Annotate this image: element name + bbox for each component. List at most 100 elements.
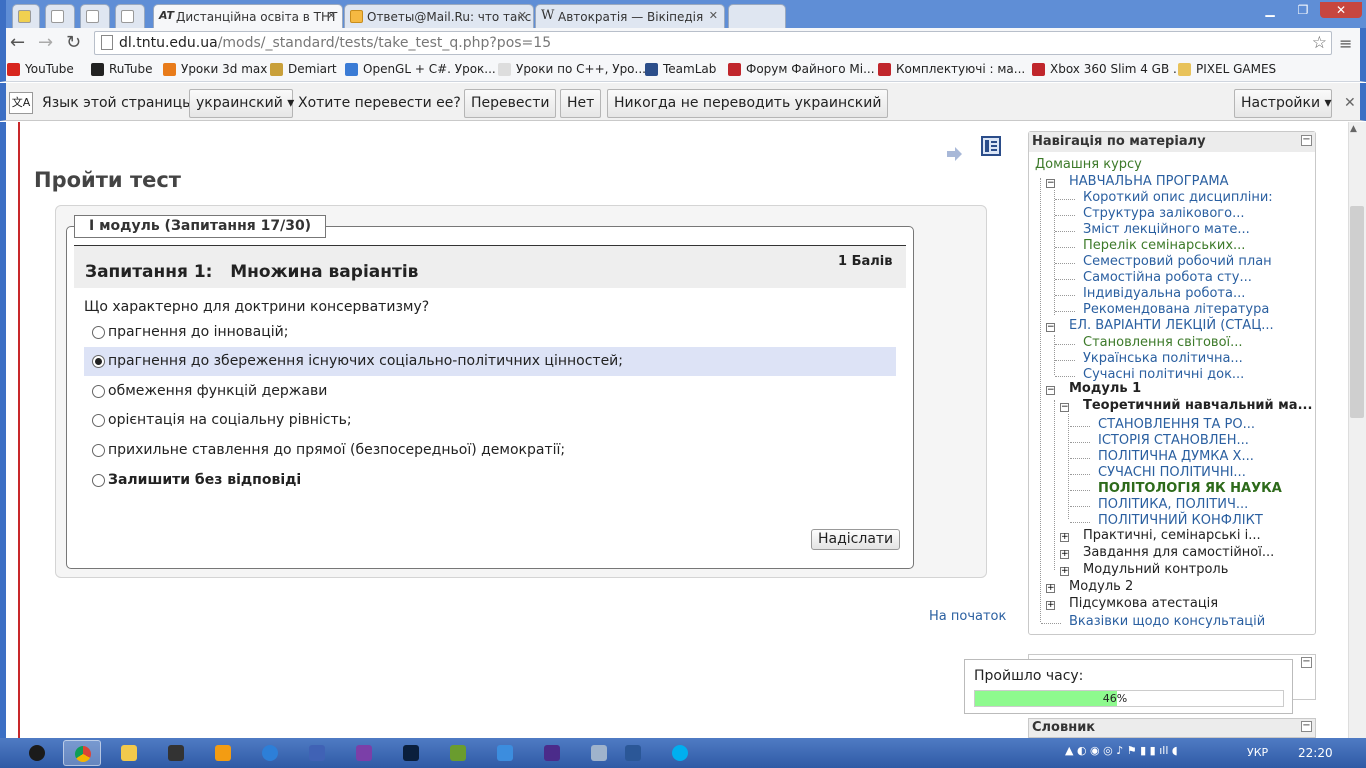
- taskbar-visual-studio[interactable]: [345, 740, 383, 766]
- no-button[interactable]: Нет: [560, 89, 602, 118]
- tab-wikipedia[interactable]: W Автократія — Вікіпедія ✕: [535, 4, 725, 28]
- never-translate-button[interactable]: Никогда не переводить украинский: [607, 89, 889, 118]
- menu-icon[interactable]: ≡: [1339, 34, 1352, 53]
- bookmark-item[interactable]: Комплектуючі : ма...: [878, 62, 1025, 76]
- nav-item[interactable]: НАВЧАЛЬНА ПРОГРАМА: [1069, 174, 1229, 189]
- bookmark-item[interactable]: PIXEL GAMES: [1178, 62, 1276, 76]
- taskbar-explorer[interactable]: [110, 740, 148, 766]
- nav-item[interactable]: Практичні, семінарські і...: [1083, 528, 1261, 543]
- tree-expand-icon[interactable]: +: [1060, 550, 1069, 559]
- radio-button[interactable]: [92, 385, 105, 398]
- radio-button[interactable]: [92, 414, 105, 427]
- taskbar-word[interactable]: [614, 740, 652, 766]
- close-tab-icon[interactable]: ✕: [709, 9, 718, 22]
- nav-item[interactable]: Сучасні політичні док...: [1083, 367, 1244, 382]
- sitemap-icon[interactable]: [981, 136, 1001, 156]
- nav-item[interactable]: ІСТОРІЯ СТАНОВЛЕН...: [1098, 433, 1249, 448]
- address-bar[interactable]: dl.tntu.edu.ua/mods/_standard/tests/take…: [94, 31, 1332, 55]
- bookmark-item[interactable]: YouTube: [7, 62, 74, 76]
- answer-option[interactable]: прагнення до збереження існуючих соціаль…: [84, 347, 896, 376]
- radio-button[interactable]: [92, 355, 105, 368]
- pinned-tab[interactable]: [45, 4, 75, 28]
- answer-option[interactable]: прихильне ставлення до прямої (безпосере…: [84, 436, 896, 465]
- radio-button[interactable]: [92, 474, 105, 487]
- nav-item[interactable]: Завдання для самостійної...: [1083, 545, 1274, 560]
- tree-expand-icon[interactable]: +: [1060, 567, 1069, 576]
- tab-dl-tntu[interactable]: AT Дистанційна освіта в ТНТ ✕: [153, 4, 343, 29]
- nav-item[interactable]: Теоретичний навчальний ма...: [1083, 398, 1312, 413]
- taskbar-media[interactable]: [204, 740, 242, 766]
- forward-icon[interactable]: →: [38, 32, 53, 53]
- tree-collapse-icon[interactable]: −: [1060, 403, 1069, 412]
- taskbar-app[interactable]: [439, 740, 477, 766]
- bookmark-star-icon[interactable]: ☆: [1312, 32, 1327, 54]
- system-tray-icons[interactable]: ▲ ◐ ◉ ◎ ♪ ⚑ ▮ ▮ ıll ◖: [1065, 744, 1178, 757]
- close-translate-icon[interactable]: ✕: [1344, 95, 1356, 111]
- tree-collapse-icon[interactable]: −: [1046, 323, 1055, 332]
- start-button[interactable]: [18, 740, 56, 766]
- nav-item[interactable]: ПОЛІТИКА, ПОЛІТИЧ...: [1098, 497, 1248, 512]
- bookmark-item[interactable]: Xbox 360 Slim 4 GB ...: [1032, 62, 1184, 76]
- radio-button[interactable]: [92, 444, 105, 457]
- nav-item[interactable]: СУЧАСНІ ПОЛІТИЧНІ...: [1098, 465, 1246, 480]
- nav-item[interactable]: Модуль 2: [1069, 579, 1133, 594]
- collapse-icon[interactable]: −: [1301, 135, 1312, 146]
- bookmark-item[interactable]: Demiart: [270, 62, 337, 76]
- nav-home-link[interactable]: Домашня курсу: [1035, 157, 1142, 172]
- nav-item[interactable]: ПОЛІТИЧНИЙ КОНФЛІКТ: [1098, 513, 1263, 528]
- collapse-icon[interactable]: −: [1301, 721, 1312, 732]
- taskbar-photoshop[interactable]: [392, 740, 430, 766]
- nav-item[interactable]: Семестровий робочий план: [1083, 254, 1272, 269]
- bookmark-item[interactable]: Уроки по C++, Уро...: [498, 62, 646, 76]
- nav-item[interactable]: Українська політична...: [1083, 351, 1243, 366]
- nav-item[interactable]: Перелік семінарських...: [1083, 238, 1245, 253]
- nav-item[interactable]: ПОЛІТОЛОГІЯ ЯК НАУКА: [1098, 481, 1282, 496]
- bookmark-item[interactable]: Уроки 3d max: [163, 62, 267, 76]
- translate-button[interactable]: Перевести: [464, 89, 557, 118]
- language-select[interactable]: украинский ▾: [189, 89, 294, 118]
- collapse-icon[interactable]: −: [1301, 657, 1312, 668]
- pinned-tab[interactable]: [80, 4, 110, 28]
- bookmark-item[interactable]: TeamLab: [645, 62, 716, 76]
- settings-button[interactable]: Настройки ▾: [1234, 89, 1332, 118]
- close-tab-icon[interactable]: ✕: [518, 9, 527, 22]
- pinned-tab[interactable]: [12, 4, 40, 28]
- nav-item[interactable]: ПОЛІТИЧНА ДУМКА Х...: [1098, 449, 1254, 464]
- taskbar-skype[interactable]: [661, 740, 699, 766]
- close-tab-icon[interactable]: ✕: [327, 9, 336, 22]
- scrollbar-thumb[interactable]: [1350, 206, 1364, 418]
- taskbar-app[interactable]: [251, 740, 289, 766]
- nav-item[interactable]: Зміст лекційного мате...: [1083, 222, 1250, 237]
- clock[interactable]: 22:20: [1298, 746, 1333, 760]
- nav-item[interactable]: Самостійна робота сту...: [1083, 270, 1252, 285]
- maximize-icon[interactable]: ❐: [1290, 2, 1316, 18]
- submit-button[interactable]: Надіслати: [811, 529, 901, 550]
- reload-icon[interactable]: ↻: [66, 32, 81, 53]
- nav-item[interactable]: Становлення світової...: [1083, 335, 1243, 350]
- bookmark-item[interactable]: OpenGL + C#. Урок...: [345, 62, 496, 76]
- taskbar-app[interactable]: [157, 740, 195, 766]
- scroll-up-icon[interactable]: ▲: [1350, 124, 1357, 134]
- answer-option[interactable]: обмеження функцій держави: [84, 377, 896, 406]
- nav-item[interactable]: ЕЛ. ВАРІАНТИ ЛЕКЦІЙ (СТАЦ...: [1069, 318, 1274, 333]
- tree-expand-icon[interactable]: +: [1060, 533, 1069, 542]
- taskbar-app[interactable]: [298, 740, 336, 766]
- radio-button[interactable]: [92, 326, 105, 339]
- tree-expand-icon[interactable]: +: [1046, 584, 1055, 593]
- language-indicator[interactable]: УКР: [1247, 746, 1268, 759]
- bookmark-item[interactable]: Форум Файного Мі...: [728, 62, 875, 76]
- answer-option[interactable]: орієнтація на соціальну рівність;: [84, 406, 896, 435]
- answer-option[interactable]: прагнення до інновацій;: [84, 318, 896, 347]
- tab-mail-ru[interactable]: Ответы@Mail.Ru: что такс ✕: [344, 4, 534, 28]
- nav-item[interactable]: СТАНОВЛЕННЯ ТА РО...: [1098, 417, 1255, 432]
- nav-item[interactable]: Структура залікового...: [1083, 206, 1244, 221]
- bookmark-item[interactable]: RuTube: [91, 62, 153, 76]
- nav-item[interactable]: Вказівки щодо консультацій: [1069, 614, 1265, 629]
- tree-expand-icon[interactable]: +: [1046, 601, 1055, 610]
- nav-item[interactable]: Індивідуальна робота...: [1083, 286, 1245, 301]
- taskbar-chrome[interactable]: [63, 740, 101, 766]
- taskbar-calculator[interactable]: [580, 740, 618, 766]
- minimize-icon[interactable]: ▁: [1258, 2, 1282, 18]
- next-arrow-icon[interactable]: [946, 147, 962, 161]
- nav-item[interactable]: Короткий опис дисципліни:: [1083, 190, 1273, 205]
